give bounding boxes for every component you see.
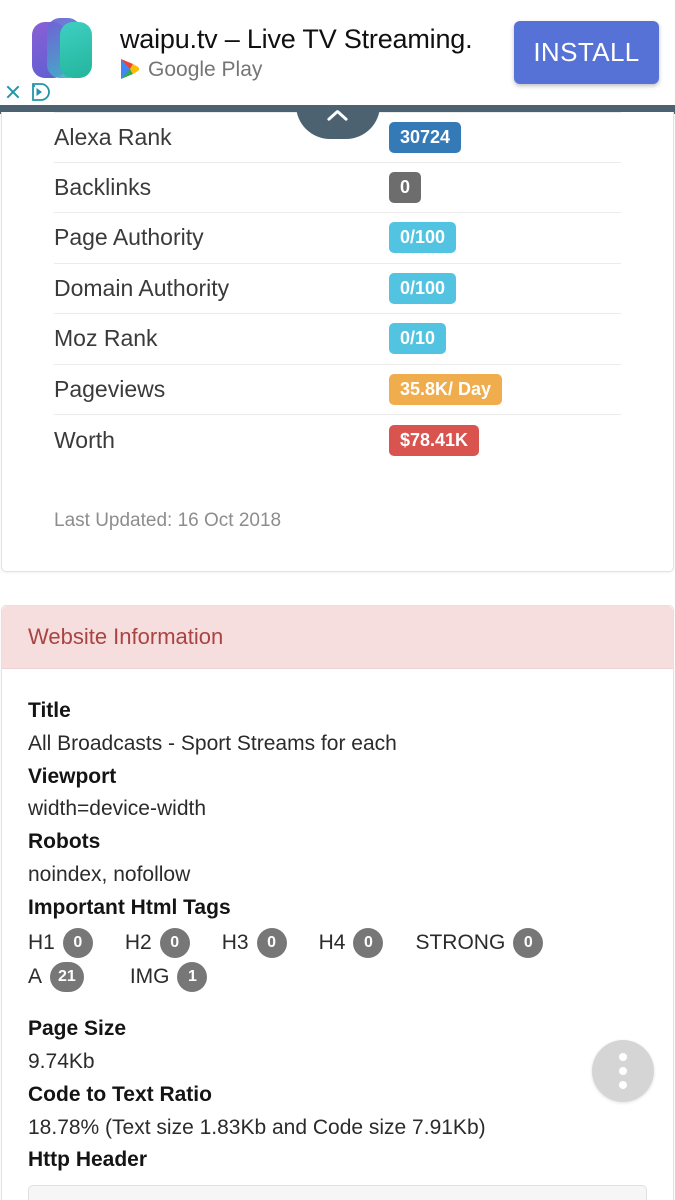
last-updated-text: Last Updated: 16 Oct 2018 — [54, 509, 282, 531]
chevron-up-icon — [327, 110, 349, 122]
tag-count-badge: 0 — [353, 928, 384, 959]
website-information-body: Title All Broadcasts - Sport Streams for… — [2, 669, 673, 1200]
field-value-code-ratio: 18.78% (Text size 1.83Kb and Code size 7… — [28, 1115, 486, 1139]
field-value-title: All Broadcasts - Sport Streams for each — [28, 731, 397, 755]
table-row: Pageviews 35.8K/ Day — [54, 365, 621, 415]
tag-name: H4 — [318, 931, 346, 955]
more-vertical-icon[interactable] — [592, 1040, 654, 1102]
google-play-icon — [120, 58, 140, 80]
website-information-card: Website Information Title All Broadcasts… — [1, 605, 674, 1200]
status-badge: 0 — [389, 171, 422, 203]
field-value-viewport: width=device-width — [28, 797, 207, 821]
field-label-code-ratio: Code to Text Ratio — [28, 1082, 212, 1106]
table-row: Worth $78.41K — [54, 415, 621, 466]
tag-count-badge: 0 — [159, 928, 190, 959]
list-item: A 21 — [28, 960, 84, 994]
stat-value-cell: 0/10 — [389, 323, 621, 355]
list-item: H1 0 — [28, 926, 93, 960]
table-row: Domain Authority 0/100 — [54, 264, 621, 314]
field-label-html-tags: Important Html Tags — [28, 895, 231, 919]
stat-value-cell: 30724 — [389, 121, 621, 153]
website-information-header: Website Information — [2, 606, 673, 669]
status-badge: 30724 — [389, 121, 462, 153]
stat-label: Alexa Rank — [54, 123, 172, 150]
status-badge: 35.8K/ Day — [389, 373, 503, 405]
field-label-viewport: Viewport — [28, 764, 117, 788]
fab-dot — [619, 1081, 627, 1089]
list-item: H4 0 — [319, 926, 384, 960]
fab-dot — [619, 1067, 627, 1075]
app-icon-shape-right — [60, 22, 92, 78]
ad-store-label: Google Play — [148, 57, 263, 81]
install-button[interactable]: INSTALL — [514, 21, 659, 84]
stat-label: Pageviews — [54, 375, 166, 402]
stat-value-cell: $78.41K — [389, 424, 621, 456]
stat-value-cell: 35.8K/ Day — [389, 373, 621, 405]
list-item: H2 0 — [125, 926, 190, 960]
adchoices-icon[interactable] — [30, 83, 50, 101]
table-row: Moz Rank 0/10 — [54, 314, 621, 365]
stat-label: Page Authority — [54, 224, 204, 251]
close-icon[interactable] — [4, 83, 22, 101]
field-label-title: Title — [28, 699, 71, 722]
tag-count-badge: 0 — [256, 928, 287, 959]
list-item: H3 0 — [222, 926, 287, 960]
stat-value-cell: 0/100 — [389, 222, 621, 254]
html-tags-block: H1 0 H2 0 H3 0 H4 0 STRONG 0 A 21 IMG 1 — [28, 926, 647, 993]
field-value-robots: noindex, nofollow — [28, 862, 191, 886]
html-tags-row-2: A 21 IMG 1 — [28, 960, 647, 994]
stat-value-cell: 0 — [389, 171, 621, 203]
tag-name: H1 — [28, 931, 55, 955]
field-label-page-size: Page Size — [28, 1017, 127, 1041]
field-label-http-header: Http Header — [28, 1148, 148, 1172]
http-header-box: HTTP/1.1 200 OK — [28, 1185, 647, 1200]
stat-label: Backlinks — [54, 173, 152, 200]
tag-count-badge: 0 — [513, 928, 544, 959]
tag-name: A — [28, 964, 43, 988]
ad-title: waipu.tv – Live TV Streaming. — [120, 23, 473, 54]
list-item: STRONG 0 — [415, 926, 544, 960]
stat-value-cell: 0/100 — [389, 272, 621, 304]
status-badge: 0/100 — [389, 222, 457, 254]
tag-name: H3 — [221, 931, 249, 955]
list-item: IMG 1 — [130, 960, 208, 994]
ad-store-row: Google Play — [120, 58, 506, 80]
status-badge: 0/100 — [389, 272, 457, 304]
ad-controls — [4, 83, 50, 101]
stat-label: Moz Rank — [54, 325, 158, 352]
tag-count-badge: 0 — [62, 928, 93, 959]
stat-label: Worth — [54, 426, 115, 453]
tag-count-badge: 21 — [50, 961, 84, 992]
tag-count-badge: 1 — [177, 961, 208, 992]
status-badge: $78.41K — [389, 424, 480, 456]
field-value-page-size: 9.74Kb — [28, 1050, 95, 1074]
tag-name: STRONG — [415, 931, 506, 955]
page-root: waipu.tv – Live TV Streaming. Google Pla… — [0, 0, 675, 1200]
fab-dot — [619, 1053, 627, 1061]
site-stats-card: Alexa Rank 30724 Backlinks 0 Page Author… — [1, 112, 674, 572]
field-label-robots: Robots — [28, 830, 101, 853]
page-title: Website Information — [28, 624, 224, 649]
ad-icon-area — [0, 0, 120, 105]
tag-name: IMG — [129, 964, 170, 988]
html-tags-row-1: H1 0 H2 0 H3 0 H4 0 STRONG 0 — [28, 926, 647, 960]
ad-banner[interactable]: waipu.tv – Live TV Streaming. Google Pla… — [0, 0, 675, 105]
status-badge: 0/10 — [389, 323, 447, 355]
stat-label: Domain Authority — [54, 274, 230, 301]
waipu-app-icon — [32, 18, 94, 80]
table-row: Backlinks 0 — [54, 163, 621, 213]
tag-name: H2 — [124, 931, 152, 955]
ad-text-block: waipu.tv – Live TV Streaming. Google Pla… — [120, 23, 514, 81]
table-row: Page Authority 0/100 — [54, 213, 621, 264]
